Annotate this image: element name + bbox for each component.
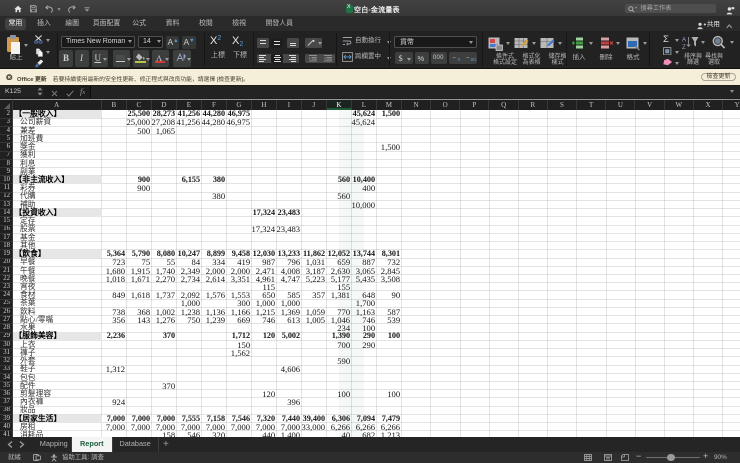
svg-text:Z: Z bbox=[682, 44, 686, 50]
svg-text:.0: .0 bbox=[457, 57, 461, 62]
svg-text:A: A bbox=[682, 36, 687, 43]
svg-text:.00: .00 bbox=[470, 57, 476, 62]
